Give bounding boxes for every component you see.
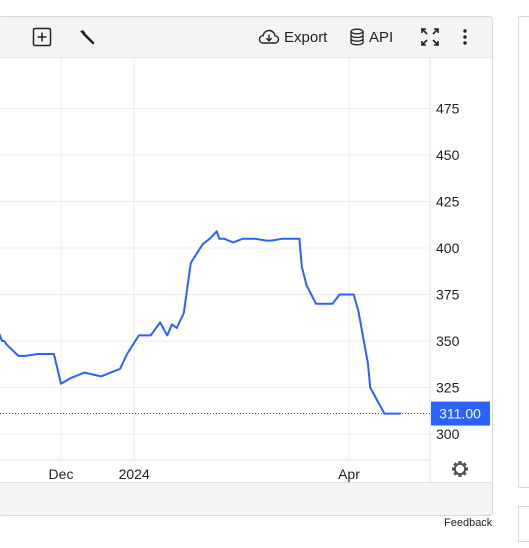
x-tick-label: Dec <box>49 466 74 482</box>
export-label: Export <box>284 28 328 46</box>
api-button[interactable]: API <box>349 25 393 49</box>
add-icon <box>32 27 52 47</box>
y-tick-label: 375 <box>436 287 460 303</box>
cloud-download-icon <box>258 29 280 44</box>
y-tick-label: 475 <box>436 100 460 116</box>
y-tick-label: 425 <box>436 193 460 209</box>
add-indicator-button[interactable] <box>32 25 52 49</box>
y-tick-label: 325 <box>436 380 460 396</box>
feedback-link[interactable]: Feedback <box>444 517 492 529</box>
settings-tools-button[interactable] <box>77 25 97 49</box>
more-vert-icon <box>463 29 467 45</box>
side-panel-edge-lower <box>518 506 529 542</box>
y-tick-label: 400 <box>436 240 460 256</box>
last-price-label: 311.00 <box>439 406 481 422</box>
export-button[interactable]: Export <box>258 25 327 49</box>
chart-area: 300 325 350 375 400 425 450 475 Dec 2024 Apr 311.00 <box>0 58 492 482</box>
database-icon <box>350 28 364 46</box>
price-series-line <box>0 230 401 415</box>
fullscreen-button[interactable] <box>420 25 440 49</box>
x-tick-label: Apr <box>338 466 360 482</box>
chart-navigator-bar[interactable] <box>0 482 492 515</box>
side-panel-edge <box>518 16 529 488</box>
wrench-icon <box>80 30 95 45</box>
axis-settings-gear-icon[interactable] <box>452 461 468 477</box>
chart-widget: Export API 300 325 350 375 400 425 450 4… <box>0 16 493 516</box>
fullscreen-icon <box>421 28 439 46</box>
chart-toolbar: Export API <box>0 17 492 58</box>
api-label: API <box>369 28 394 46</box>
y-tick-label: 300 <box>436 426 460 442</box>
more-options-button[interactable] <box>462 25 468 49</box>
x-tick-label: 2024 <box>119 466 150 482</box>
price-chart[interactable]: 300 325 350 375 400 425 450 475 Dec 2024 Apr 311.00 <box>0 58 492 482</box>
y-tick-label: 350 <box>436 333 460 349</box>
page-heading-clipped <box>0 0 529 8</box>
y-tick-label: 450 <box>436 147 460 163</box>
